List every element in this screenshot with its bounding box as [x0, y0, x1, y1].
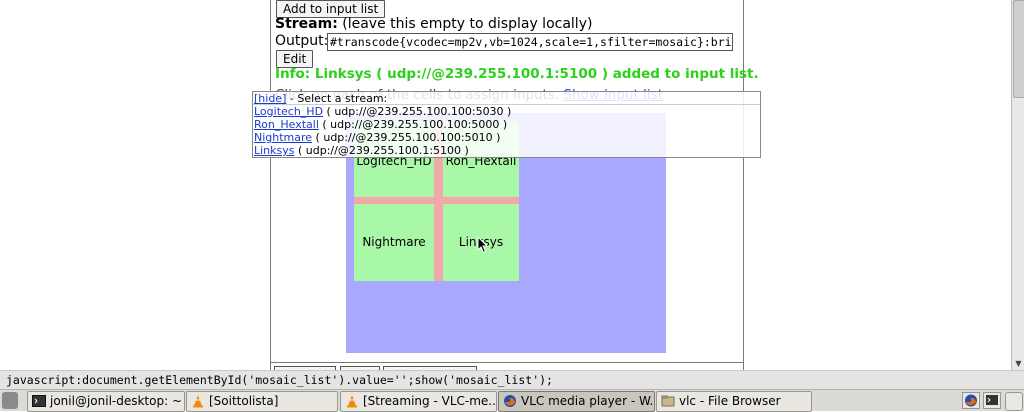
stream-select-popup: [hide] - Select a stream: Logitech_HD ( …	[252, 91, 761, 158]
browser-status-bar: javascript:document.getElementById('mosa…	[0, 370, 1024, 389]
taskbar-button-file-browser[interactable]: vlc - File Browser	[656, 391, 812, 412]
stream-link[interactable]: Ron_Hextall	[254, 118, 319, 131]
taskbar-button-streaming[interactable]: [Streaming - VLC-me...	[340, 391, 497, 412]
vlc-cone-icon	[193, 395, 203, 408]
mosaic-cell[interactable]: Nightmare	[354, 204, 434, 281]
stream-label: Stream:	[275, 16, 338, 32]
taskbar-label: VLC media player - W...	[521, 394, 655, 408]
scroll-down-arrow-icon[interactable]: ▼	[1012, 358, 1024, 370]
taskbar-label: [Streaming - VLC-me...	[363, 394, 497, 408]
output-field[interactable]: #transcode{vcodec=mp2v,vb=1024,scale=1,s…	[327, 33, 733, 51]
output-label: Output:	[275, 33, 329, 49]
stream-option: Linksys ( udp://@239.255.100.1:5100 )	[254, 144, 469, 157]
scrollbar-thumb[interactable]	[1013, 0, 1024, 98]
info-message: Info: Linksys ( udp://@239.255.100.1:510…	[275, 66, 759, 82]
trash-icon[interactable]	[1005, 392, 1023, 411]
stream-hint: (leave this empty to display locally)	[337, 16, 593, 32]
taskbar-label: vlc - File Browser	[679, 394, 781, 408]
firefox-icon	[504, 395, 516, 407]
taskbar-button-terminal[interactable]: jonil@jonil-desktop: ~	[27, 391, 185, 412]
terminal-icon	[32, 395, 46, 407]
stream-url: ( udp://@239.255.100.1:5100 )	[294, 144, 469, 157]
stream-link[interactable]: Logitech_HD	[254, 105, 323, 118]
stream-url: ( udp://@239.255.100.100:5030 )	[323, 105, 512, 118]
terminal-icon[interactable]	[983, 392, 1001, 409]
stream-option: Ron_Hextall ( udp://@239.255.100.100:500…	[254, 118, 507, 131]
vlc-cone-icon	[347, 395, 357, 408]
mouse-cursor-icon	[477, 236, 489, 254]
mosaic-cell-label: Nightmare	[362, 235, 426, 249]
stream-link[interactable]: Nightmare	[254, 131, 312, 144]
taskbar-label: jonil@jonil-desktop: ~	[50, 394, 183, 408]
stream-url: ( udp://@239.255.100.100:5010 )	[312, 131, 501, 144]
folder-icon	[661, 395, 675, 407]
taskbar-button-playlist[interactable]: [Soittolista]	[186, 391, 338, 412]
taskbar: jonil@jonil-desktop: ~ [Soittolista] [St…	[0, 389, 1024, 412]
stream-row: Stream: (leave this empty to display loc…	[275, 16, 592, 32]
stream-option: Nightmare ( udp://@239.255.100.100:5010 …	[254, 131, 500, 144]
show-desktop-icon[interactable]	[2, 392, 18, 409]
firefox-icon[interactable]	[962, 392, 980, 409]
taskbar-label: [Soittolista]	[209, 394, 279, 408]
stream-url: ( udp://@239.255.100.100:5000 )	[318, 118, 508, 131]
stream-link[interactable]: Linksys	[254, 144, 295, 157]
stream-option: Logitech_HD ( udp://@239.255.100.100:503…	[254, 105, 511, 118]
taskbar-button-firefox[interactable]: VLC media player - W...	[498, 391, 655, 412]
vertical-scrollbar[interactable]: ▼	[1011, 0, 1024, 370]
